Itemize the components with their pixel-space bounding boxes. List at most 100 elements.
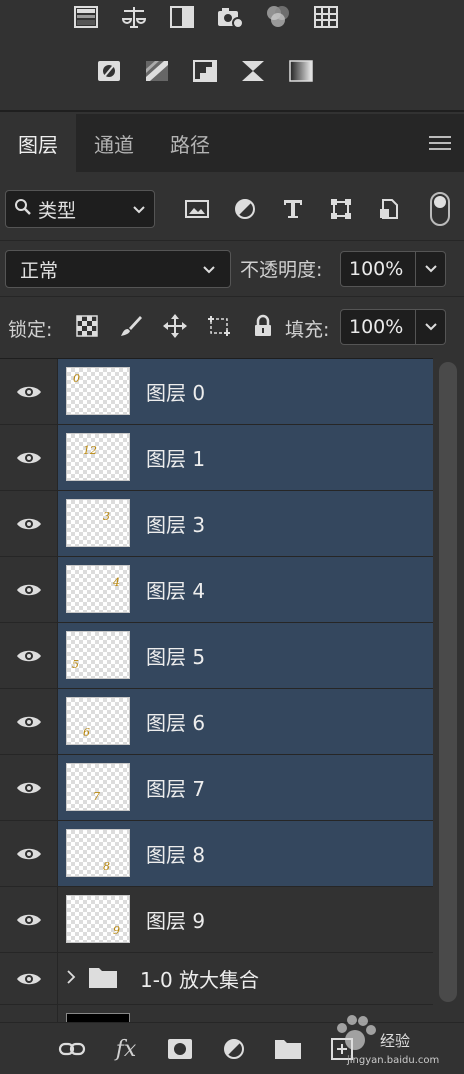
panel-menu-icon[interactable]	[416, 114, 464, 172]
layers-scrollbar[interactable]	[437, 362, 459, 1022]
layer-thumbnail: 3	[66, 499, 130, 547]
visibility-toggle[interactable]	[0, 689, 58, 754]
invert-icon[interactable]	[93, 56, 125, 86]
layer-main[interactable]: 12 图层 1	[58, 425, 433, 490]
visibility-toggle[interactable]	[0, 425, 58, 490]
layer-row[interactable]: 12 图层 1	[0, 425, 433, 491]
filter-row: 类型	[0, 180, 464, 238]
visibility-cell[interactable]	[0, 1005, 58, 1022]
balance-icon[interactable]	[118, 2, 150, 32]
lock-all-icon[interactable]	[248, 311, 278, 341]
layer-row[interactable]: 6 图层 6	[0, 689, 433, 755]
visibility-toggle[interactable]	[0, 887, 58, 952]
paw-icon	[337, 1015, 376, 1050]
new-group-folder-icon[interactable]	[271, 1033, 305, 1065]
layer-name: 图层 5	[146, 645, 206, 669]
filter-kind-label: 类型	[38, 199, 77, 222]
layer-group-row[interactable]: 1-0 放大集合	[0, 953, 433, 1005]
chevron-down-icon	[132, 198, 146, 220]
opacity-input[interactable]: 100%	[340, 251, 416, 287]
adjustment-layer-filter-icon[interactable]	[230, 194, 260, 224]
tab-spacer	[228, 114, 416, 172]
layer-name: 图层 9	[146, 909, 206, 933]
layer-row[interactable]: 7 图层 7	[0, 755, 433, 821]
layer-row[interactable]: 8 图层 8	[0, 821, 433, 887]
shape-layer-filter-icon[interactable]	[326, 194, 356, 224]
layer-name: 图层 0	[146, 381, 206, 405]
fill-input[interactable]: 100%	[340, 309, 416, 345]
opacity-label: 不透明度:	[240, 259, 323, 281]
lock-icons	[72, 311, 278, 341]
layer-main[interactable]: 5 图层 5	[58, 623, 433, 688]
thumbnail-content: 5	[72, 658, 79, 671]
tab-paths[interactable]: 路径	[152, 114, 228, 172]
visibility-toggle[interactable]	[0, 953, 58, 1004]
tab-channels[interactable]: 通道	[76, 114, 152, 172]
fill-dropdown[interactable]	[416, 309, 446, 345]
layer-main[interactable]: 6 图层 6	[58, 689, 433, 754]
visibility-toggle[interactable]	[0, 557, 58, 622]
layer-main[interactable]: 3 图层 3	[58, 491, 433, 556]
lock-artboard-icon[interactable]	[204, 311, 234, 341]
layer-name: 图层 3	[146, 513, 206, 537]
blend-mode-select[interactable]: 正常	[5, 250, 231, 288]
lock-transparent-pixels-icon[interactable]	[72, 311, 102, 341]
layer-row[interactable]: 3 图层 3	[0, 491, 433, 557]
thumbnail-content: 8	[103, 860, 110, 873]
layer-row[interactable]: 9 图层 9	[0, 887, 433, 953]
thumbnail-content: 0	[73, 372, 80, 385]
lock-image-pixels-icon[interactable]	[116, 311, 146, 341]
opacity-dropdown[interactable]	[416, 251, 446, 287]
visibility-toggle[interactable]	[0, 821, 58, 886]
type-layer-filter-icon[interactable]	[278, 194, 308, 224]
chevron-right-icon[interactable]	[66, 969, 76, 989]
visibility-toggle[interactable]	[0, 623, 58, 688]
layer-row[interactable]: 4 图层 4	[0, 557, 433, 623]
channel-mixer-icon[interactable]	[262, 2, 294, 32]
adjustments-row-2	[93, 56, 317, 86]
visibility-toggle[interactable]	[0, 359, 58, 424]
layer-thumbnail: 0	[66, 367, 130, 415]
layer-style-fx-icon[interactable]: fx	[109, 1033, 143, 1065]
layer-main[interactable]: 7 图层 7	[58, 755, 433, 820]
tab-layers[interactable]: 图层	[0, 114, 76, 172]
lock-position-icon[interactable]	[160, 311, 190, 341]
fill-label: 填充:	[285, 319, 330, 341]
add-mask-icon[interactable]	[163, 1033, 197, 1065]
chevron-down-icon	[424, 323, 437, 331]
layer-thumbnail: 12	[66, 433, 130, 481]
filter-kind-select[interactable]: 类型	[5, 190, 155, 228]
visibility-toggle[interactable]	[0, 755, 58, 820]
smart-object-filter-icon[interactable]	[374, 194, 404, 224]
black-white-icon[interactable]	[166, 2, 198, 32]
levels-icon[interactable]	[70, 2, 102, 32]
posterize-icon[interactable]	[141, 56, 173, 86]
eye-icon	[16, 914, 41, 925]
photo-filter-icon[interactable]	[214, 2, 246, 32]
chevron-down-icon	[424, 265, 437, 273]
gradient-map-icon[interactable]	[285, 56, 317, 86]
visibility-toggle[interactable]	[0, 491, 58, 556]
group-name: 1-0 放大集合	[140, 968, 260, 992]
layer-main[interactable]: 4 图层 4	[58, 557, 433, 622]
layer-main[interactable]: 8 图层 8	[58, 821, 433, 886]
adjustments-row-1	[70, 2, 342, 32]
layer-thumbnail: 9	[66, 895, 130, 943]
layer-row[interactable]: 0 图层 0	[0, 359, 433, 425]
pixel-layer-filter-icon[interactable]	[182, 194, 212, 224]
threshold-icon[interactable]	[189, 56, 221, 86]
adjustments-panel	[0, 0, 464, 112]
layer-main[interactable]: 0 图层 0	[58, 359, 433, 424]
new-adjustment-layer-icon[interactable]	[217, 1033, 251, 1065]
group-main[interactable]: 1-0 放大集合	[58, 953, 433, 1004]
color-lookup-icon[interactable]	[310, 2, 342, 32]
thumbnail-content: 4	[113, 576, 120, 589]
scrollbar-thumb[interactable]	[439, 362, 457, 1002]
link-layers-icon[interactable]	[55, 1033, 89, 1065]
layer-thumbnail: 5	[66, 631, 130, 679]
layer-main[interactable]: 9 图层 9	[58, 887, 433, 952]
selective-color-icon[interactable]	[237, 56, 269, 86]
filter-toggle[interactable]	[430, 192, 450, 226]
blend-row: 正常 不透明度: 100%	[0, 240, 464, 294]
layer-row[interactable]: 5 图层 5	[0, 623, 433, 689]
